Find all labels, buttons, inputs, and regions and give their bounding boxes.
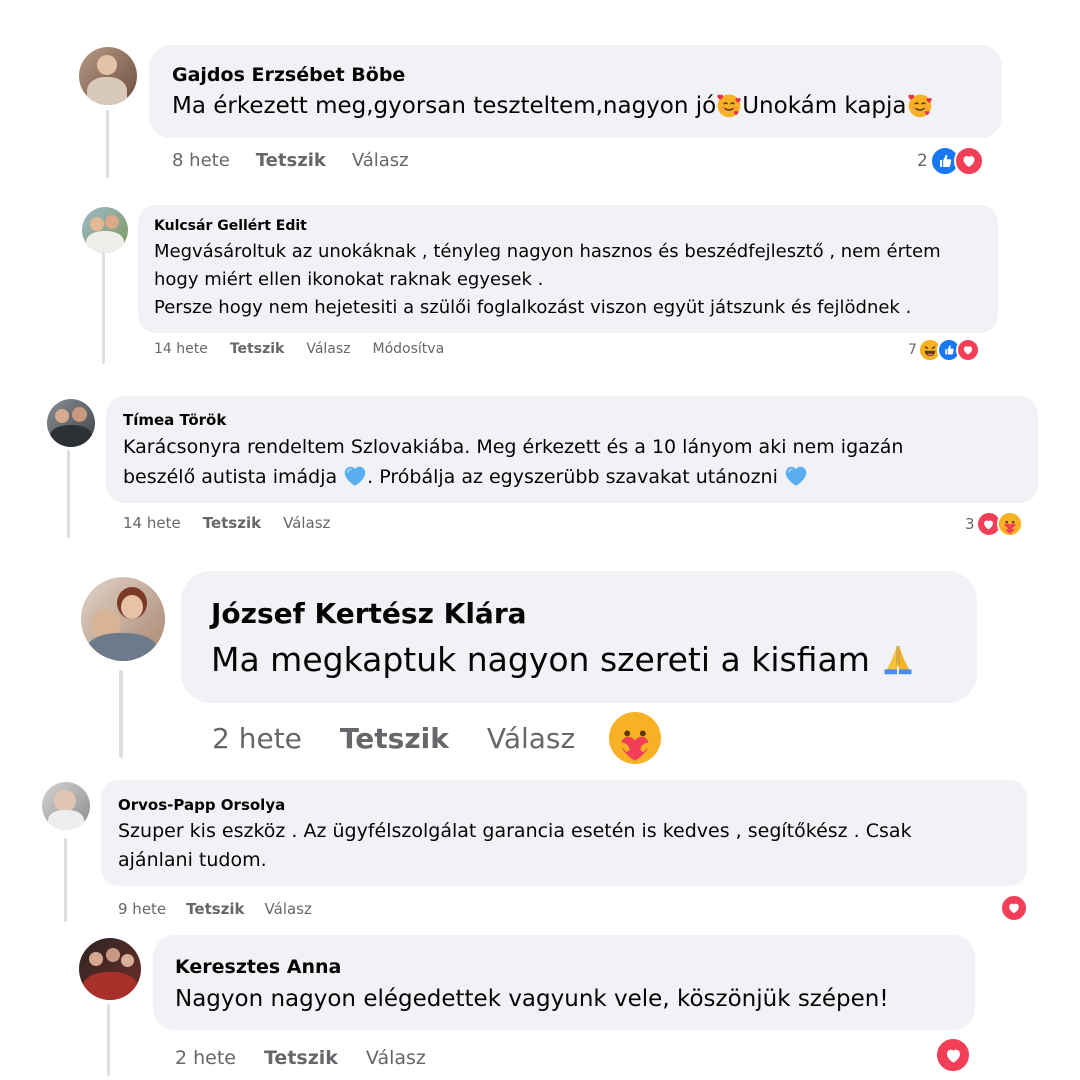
edited-label[interactable]: Módosítva [373, 341, 445, 357]
avatar[interactable] [42, 782, 90, 830]
like-button[interactable]: Tetszik [203, 514, 261, 532]
comment-timestamp[interactable]: 9 hete [118, 900, 166, 918]
reply-thread-line [102, 252, 105, 364]
blue-heart-emoji [784, 464, 808, 488]
comment-text-line: Nagyon nagyon elégedettek vagyunk vele, … [175, 986, 889, 1012]
comment-author[interactable]: József Kertész Klára [211, 597, 527, 630]
comment-text-part: beszélő autista imádja [123, 466, 338, 488]
reaction-summary[interactable]: 2 [917, 146, 984, 176]
comment-actions: 9 hete Tetszik Válasz [118, 900, 338, 918]
comment-bubble [149, 45, 1002, 138]
comment-actions: 2 hete Tetszik Válasz [175, 1047, 452, 1069]
reaction-summary[interactable]: 3 [965, 511, 1023, 537]
blue-heart-emoji [343, 464, 367, 488]
comment-text-line: Persze hogy nem hejetesiti a szülői fogl… [154, 297, 912, 318]
comment-bubble [153, 935, 975, 1030]
reaction-count: 7 [908, 342, 917, 358]
comment-author[interactable]: Tímea Török [123, 411, 226, 429]
avatar[interactable] [81, 577, 165, 661]
comment-text-line: Szuper kis eszköz . Az ügyfélszolgálat g… [118, 820, 912, 842]
comment-text-line: Karácsonyra rendeltem Szlovakiába. Meg é… [123, 436, 904, 458]
reply-thread-line [107, 1004, 110, 1076]
comment-actions: 2 hete Tetszik Válasz [212, 722, 601, 755]
folded-hands-emoji [880, 641, 916, 677]
comment-text-part: . Próbálja az egyszerübb szavakat utánoz… [367, 466, 778, 488]
comment-text: Ma érkezett meg,gyorsan teszteltem,nagyo… [172, 93, 933, 119]
comment-author[interactable]: Keresztes Anna [175, 956, 341, 978]
comment-timestamp[interactable]: 2 hete [175, 1047, 236, 1069]
reply-thread-line [106, 110, 109, 178]
love-reaction-icon [935, 1037, 971, 1073]
care-reaction-icon [996, 511, 1023, 537]
reaction-summary[interactable] [935, 1037, 971, 1073]
reply-thread-line [64, 838, 67, 922]
reaction-summary[interactable] [1000, 894, 1028, 922]
reaction-count: 2 [917, 151, 928, 171]
comment-timestamp[interactable]: 2 hete [212, 722, 302, 755]
reply-button[interactable]: Válasz [265, 900, 312, 918]
like-button[interactable]: Tetszik [186, 900, 244, 918]
comment-bubble [181, 571, 977, 703]
reply-button[interactable]: Válasz [487, 722, 575, 755]
comment-text-line: beszélő autista imádja . Próbálja az egy… [123, 466, 808, 488]
smiling-face-with-hearts-emoji [716, 92, 742, 118]
like-button[interactable]: Tetszik [264, 1047, 338, 1069]
reply-button[interactable]: Válasz [352, 150, 409, 171]
avatar[interactable] [82, 207, 128, 253]
like-button[interactable]: Tetszik [256, 150, 326, 171]
comment-actions: 8 hete Tetszik Válasz [172, 150, 435, 171]
reply-button[interactable]: Válasz [366, 1047, 426, 1069]
care-reaction-icon[interactable] [609, 712, 661, 764]
comment-text-part: Ma megkaptuk nagyon szereti a kisfiam [211, 640, 870, 679]
love-reaction-icon [1000, 894, 1028, 922]
comment-text-part: Ma érkezett meg,gyorsan teszteltem,nagyo… [172, 93, 717, 119]
comment-timestamp[interactable]: 14 hete [123, 514, 181, 532]
reply-thread-line [67, 450, 70, 538]
comment-text-line: Megvásároltuk az unokáknak , tényleg nag… [154, 241, 941, 262]
reaction-count: 3 [965, 515, 975, 533]
avatar[interactable] [47, 399, 95, 447]
comment-text-part: Unokám kapja [742, 93, 907, 119]
like-button[interactable]: Tetszik [230, 341, 284, 357]
reply-button[interactable]: Válasz [306, 341, 350, 357]
like-button[interactable]: Tetszik [340, 722, 449, 755]
comment-author[interactable]: Orvos-Papp Orsolya [118, 796, 285, 814]
comment-text-line: hogy miért ellen ikonokat raknak egyesek… [154, 269, 544, 290]
reaction-summary[interactable]: 7 [908, 338, 980, 362]
reply-thread-line [119, 670, 123, 758]
comment-actions: 14 hete Tetszik Válasz Módosítva [154, 341, 470, 357]
comment-timestamp[interactable]: 8 hete [172, 150, 230, 171]
reply-button[interactable]: Válasz [283, 514, 330, 532]
love-reaction-icon [955, 338, 980, 362]
smiling-face-with-hearts-emoji [907, 92, 933, 118]
avatar[interactable] [79, 47, 137, 105]
comment-author[interactable]: Kulcsár Gellért Edit [154, 218, 307, 234]
comment-author[interactable]: Gajdos Erzsébet Böbe [172, 64, 405, 86]
avatar[interactable] [79, 938, 141, 1000]
comment-timestamp[interactable]: 14 hete [154, 341, 208, 357]
comment-text-line: ajánlani tudom. [118, 849, 267, 871]
love-reaction-icon [953, 146, 984, 176]
comment-text-line: Ma megkaptuk nagyon szereti a kisfiam [211, 640, 916, 679]
comment-actions: 14 hete Tetszik Válasz [123, 514, 356, 532]
